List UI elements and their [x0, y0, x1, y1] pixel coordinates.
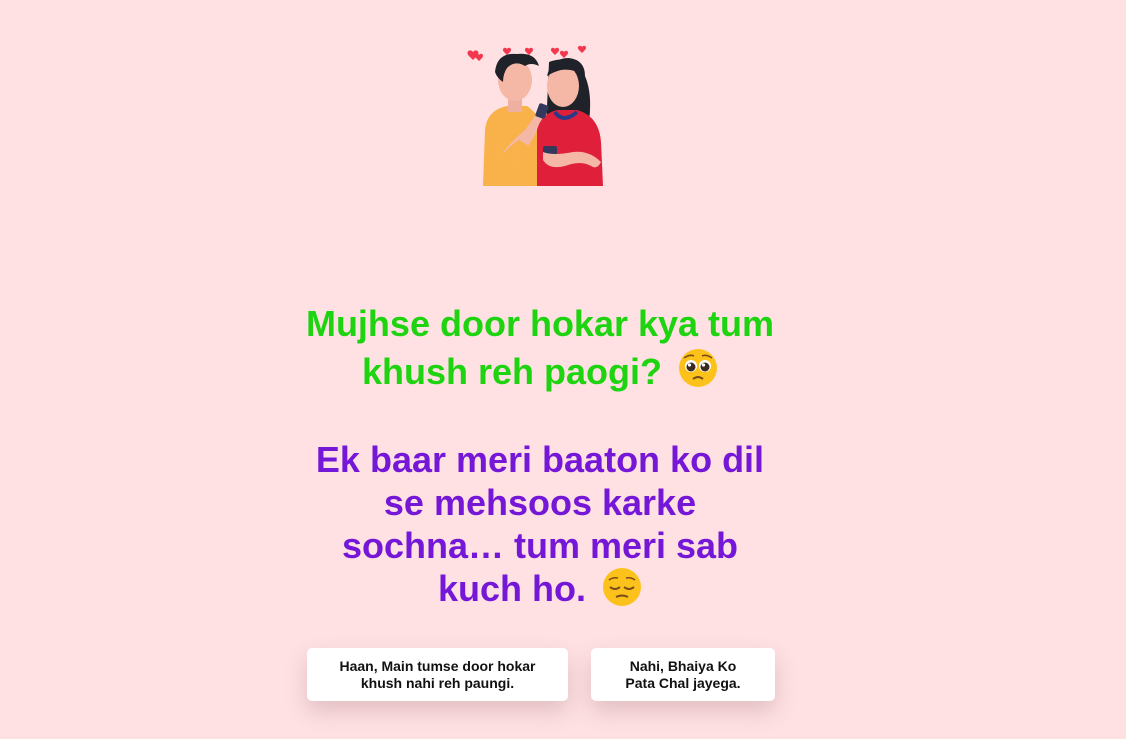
- page: Mujhse door hokar kya tum khush reh paog…: [0, 0, 1126, 739]
- yes-button[interactable]: Haan, Main tumse door hokar khush nahi r…: [307, 648, 568, 701]
- yes-button-label: Haan, Main tumse door hokar khush nahi r…: [339, 657, 536, 691]
- couple-illustration: [463, 42, 613, 190]
- couple-icon: [467, 45, 603, 186]
- no-button[interactable]: Nahi, Bhaiya Ko Pata Chal jayega.: [591, 648, 775, 701]
- answer-buttons: Haan, Main tumse door hokar khush nahi r…: [307, 648, 775, 701]
- no-button-label: Nahi, Bhaiya Ko Pata Chal jayega.: [625, 657, 741, 691]
- pensive-face-emoji-icon: [602, 567, 642, 616]
- question-line-1: Mujhse door hokar kya tum khush reh paog…: [300, 300, 780, 400]
- question-block: Mujhse door hokar kya tum khush reh paog…: [0, 300, 1080, 616]
- question-line-2-text: Ek baar meri baaton ko dil se mehsoos ka…: [315, 439, 765, 610]
- pleading-face-emoji-icon: [678, 348, 718, 400]
- question-line-2: Ek baar meri baaton ko dil se mehsoos ka…: [300, 438, 780, 616]
